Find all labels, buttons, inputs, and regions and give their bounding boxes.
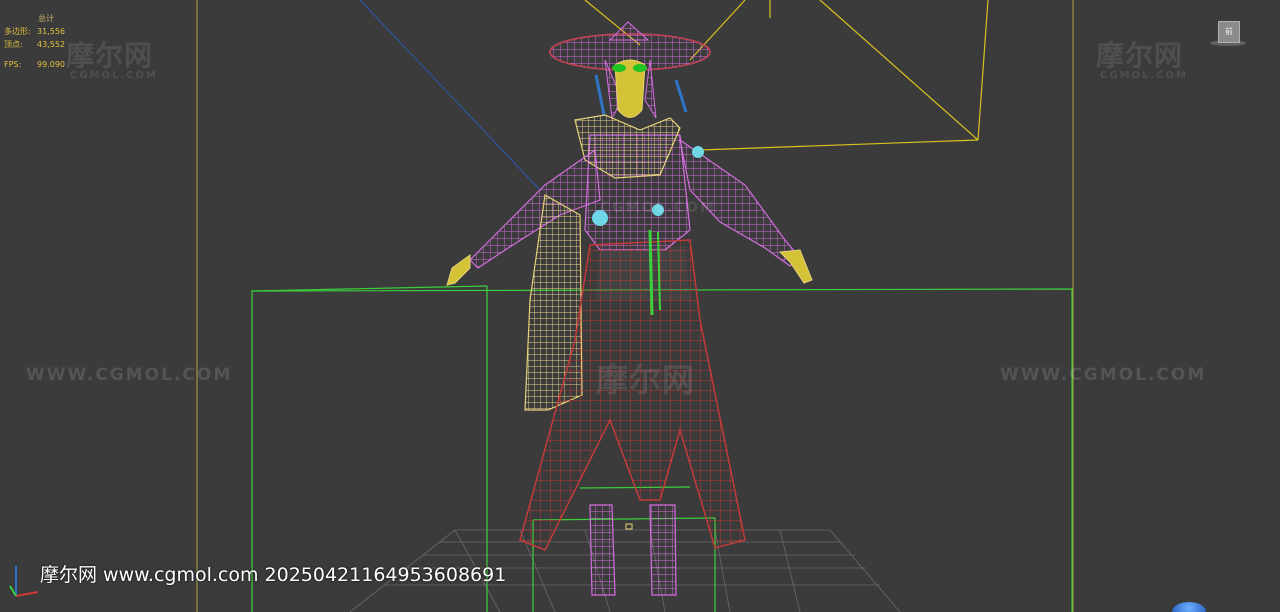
character-model <box>446 21 813 596</box>
viewport-statistics: 总计 多边形: 31,556 顶点: 43,552 FPS: 99.090 <box>4 0 65 71</box>
stats-polygons-label: 多边形: <box>4 27 31 36</box>
stats-fps: FPS: 99.090 <box>4 58 65 71</box>
stats-header: 总计 <box>38 14 54 23</box>
left-boot <box>589 504 616 596</box>
viewcube-front-face[interactable]: 前 <box>1218 21 1240 43</box>
left-hand <box>446 254 471 286</box>
stats-polygons: 多边形: 31,556 <box>4 25 65 38</box>
right-hand <box>778 249 813 284</box>
right-arm <box>679 138 801 267</box>
stats-fps-value: 99.090 <box>37 60 65 69</box>
light-target-line <box>359 0 541 191</box>
stats-polygons-value: 31,556 <box>37 27 65 36</box>
stats-vertices: 顶点: 43,552 <box>4 38 65 51</box>
footer-watermark: 摩尔网 www.cgmol.com 20250421164953608691 <box>40 564 507 586</box>
stats-vertices-label: 顶点: <box>4 40 23 49</box>
stats-vertices-value: 43,552 <box>37 40 65 49</box>
viewcube[interactable]: 前 <box>1210 18 1246 48</box>
axis-tripod-icon <box>9 566 39 597</box>
stats-fps-label: FPS: <box>4 60 22 69</box>
viewport-perspective[interactable]: 总计 多边形: 31,556 顶点: 43,552 FPS: 99.090 摩尔… <box>0 0 1280 612</box>
scene-canvas[interactable] <box>0 0 1280 612</box>
right-boot <box>649 504 677 596</box>
